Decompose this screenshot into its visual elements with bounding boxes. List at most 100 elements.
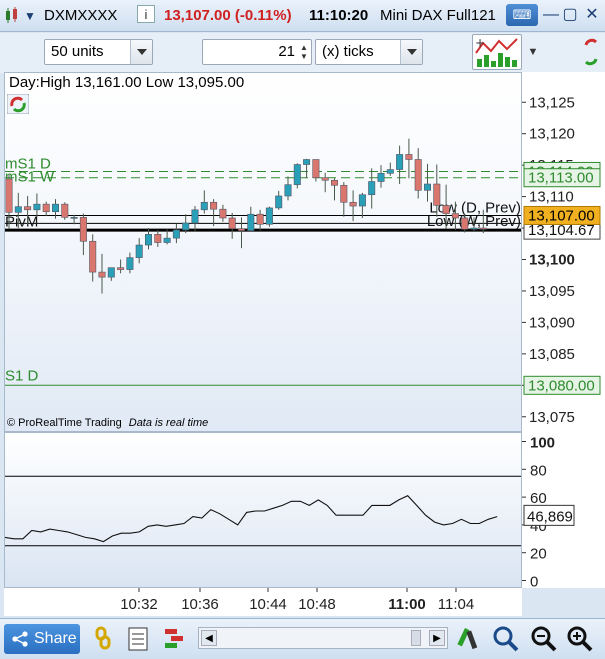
price-level-tag-label: 13,113.00 [528, 170, 594, 187]
share-button[interactable]: Share [4, 624, 80, 654]
order-book-icon[interactable] [162, 626, 188, 652]
candle-body [451, 213, 459, 219]
candle-body [386, 169, 394, 174]
candle-body [79, 217, 87, 242]
candle-body [275, 195, 283, 209]
price-tick-label: 13,110 [529, 189, 574, 206]
candle-body [135, 244, 143, 258]
candle-body [89, 240, 97, 273]
candle-body [293, 164, 301, 185]
price-tick-label: 13,090 [529, 314, 575, 331]
candle-body [126, 257, 134, 270]
time-tick-label: 10:32 [120, 596, 158, 613]
candle-body [42, 203, 50, 212]
price-tick-label: 13,095 [529, 283, 575, 300]
oscillator-tick-label: 100 [530, 435, 555, 452]
candle-body [200, 201, 208, 211]
data-status-text: Data is real time [128, 417, 209, 429]
candle-body [368, 181, 376, 196]
current-price-label: 13,107.00 [528, 207, 595, 224]
chart-svg: mS1 DmS1 WLow (D, Prev)PivM Low (W, Prev)… [4, 94, 601, 613]
candle-body [470, 227, 478, 230]
candle-body [247, 213, 255, 231]
level-label: mS1 W [5, 169, 55, 186]
price-level-tag-label: 13,080.00 [528, 377, 595, 394]
candle-body [70, 217, 78, 219]
candle-body [377, 173, 385, 182]
oscillator-line [4, 495, 498, 543]
time-tick-label: 10:44 [249, 596, 287, 613]
candle-body [191, 209, 199, 224]
candle-body [182, 222, 190, 231]
candle-body [238, 228, 246, 231]
candle-body [321, 177, 329, 181]
level-label: PivM [5, 213, 38, 230]
candle-body [33, 203, 41, 211]
oscillator-tick-label: 20 [530, 546, 547, 563]
link-icon[interactable] [92, 625, 118, 653]
candle-body [396, 154, 404, 170]
candle-body [303, 159, 311, 165]
horizontal-scrollbar[interactable]: ◀ ▶ [198, 627, 448, 649]
candle-body [358, 194, 366, 207]
refresh-icon[interactable] [7, 94, 29, 114]
candle-body [414, 159, 422, 191]
price-tick-label: 13,125 [529, 94, 575, 111]
candle-body [5, 178, 13, 213]
candle-body [330, 179, 338, 186]
bottom-bar: Share ◀ ▶ [0, 618, 605, 659]
price-tick-label: 13,120 [529, 126, 575, 143]
candle-body [154, 234, 162, 243]
scroll-thumb[interactable] [411, 630, 421, 646]
candle-body [340, 184, 348, 203]
candle-body [423, 183, 431, 191]
candle-body [284, 184, 292, 197]
candle-body [442, 205, 450, 214]
price-tick-label: 13,100 [529, 252, 575, 269]
zoom-in-icon[interactable] [566, 624, 594, 654]
oscillator-tick-label: 60 [530, 490, 547, 507]
copyright-text: © ProRealTime Trading [7, 417, 122, 429]
candle-body [210, 201, 218, 210]
share-label: Share [34, 630, 77, 647]
day-range: Day:High 13,161.00 Low 13,095.00 [9, 74, 245, 91]
candle-body [405, 154, 413, 160]
candle-body [479, 227, 487, 230]
time-tick-label: 11:04 [438, 596, 474, 613]
oscillator-tick-label: 0 [530, 574, 538, 591]
candle-body [61, 203, 69, 218]
scroll-left-icon[interactable]: ◀ [201, 630, 217, 646]
candle-body [107, 267, 115, 278]
candle-body [349, 201, 357, 207]
candle-body [145, 234, 153, 246]
oscillator-value-label: 46,869 [527, 508, 573, 525]
price-tick-label: 13,085 [529, 346, 575, 363]
zoom-out-icon[interactable] [530, 624, 558, 654]
candle-body [312, 159, 320, 179]
candle-body [228, 217, 236, 229]
drawing-tools-icon[interactable] [455, 625, 481, 653]
level-label: S1 D [5, 367, 39, 384]
scroll-right-icon[interactable]: ▶ [429, 630, 445, 646]
time-tick-label: 10:48 [298, 596, 336, 613]
auto-zoom-icon[interactable] [491, 624, 521, 654]
candle-body [219, 208, 227, 219]
candle-body [172, 229, 180, 239]
order-list-icon[interactable] [127, 626, 149, 652]
candle-body [117, 267, 125, 270]
time-tick-label: 10:36 [181, 596, 219, 613]
candle-body [433, 183, 441, 206]
oscillator-tick-label: 80 [530, 462, 547, 479]
copyright-note: © ProRealTime Trading Data is real time [7, 417, 208, 429]
candle-body [14, 206, 22, 213]
share-icon [12, 631, 28, 647]
time-tick-label: 11:00 [388, 596, 426, 613]
candle-body [256, 213, 264, 225]
candle-body [98, 271, 106, 278]
candle-body [24, 206, 32, 211]
candle-body [461, 217, 469, 230]
price-tick-label: 13,075 [529, 409, 575, 426]
candle-body [265, 207, 273, 225]
candle-body [51, 203, 59, 212]
candle-body [163, 237, 171, 243]
